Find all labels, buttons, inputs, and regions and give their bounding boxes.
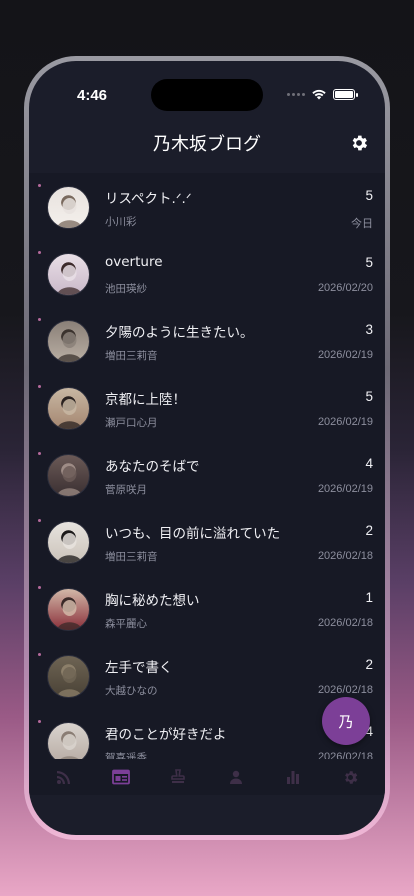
photo-count: 5	[365, 389, 373, 404]
status-bar: 4:46	[29, 61, 385, 113]
member-photo	[56, 198, 83, 228]
status-icons	[287, 88, 358, 100]
wifi-icon	[312, 89, 326, 100]
status-time: 4:46	[77, 87, 108, 104]
post-row[interactable]: 胸に秘めた想い 森平麗心 1 2026/02/18	[29, 575, 385, 642]
post-author: 森平麗心	[105, 618, 147, 630]
unread-dot	[38, 653, 41, 656]
unread-dot	[38, 452, 41, 455]
post-author: 菅原咲月	[105, 484, 147, 496]
gear-icon	[352, 135, 368, 151]
member-avatar	[47, 387, 90, 430]
post-date: 2026/02/19	[317, 349, 373, 361]
post-title: あなたのそばで	[105, 459, 200, 475]
rss-icon	[56, 769, 72, 785]
bar-chart-icon	[285, 769, 301, 785]
photo-count: 5	[365, 255, 373, 270]
cellular-signal-icon	[287, 92, 305, 96]
unread-dot	[38, 318, 41, 321]
unread-dot	[38, 519, 41, 522]
post-row[interactable]: あなたのそばで 菅原咲月 4 2026/02/19	[29, 441, 385, 508]
post-date: 2026/02/19	[317, 483, 373, 495]
unread-dot	[38, 251, 41, 254]
tab-rss[interactable]	[44, 763, 84, 791]
dynamic-island	[151, 79, 263, 111]
member-avatar	[47, 521, 90, 564]
member-avatar	[47, 655, 90, 698]
member-photo	[56, 600, 83, 630]
photo-count: 2	[365, 657, 373, 672]
post-date: 2026/02/18	[317, 550, 373, 562]
person-icon	[228, 769, 244, 785]
member-photo	[56, 667, 83, 697]
member-photo	[60, 734, 79, 759]
phone-frame: 4:46 乃木坂ブログ リスペクト.ᐟ.ᐟ 小川彩 5 今日 overture …	[24, 56, 390, 840]
photo-count: 3	[365, 322, 373, 337]
tab-stamp[interactable]	[158, 763, 198, 791]
gear-icon	[342, 769, 359, 786]
post-title: 左手で書く	[105, 660, 173, 676]
post-title: いつも、目の前に溢れていた	[105, 526, 281, 542]
post-title: 夕陽のように生きたい。	[105, 325, 254, 341]
member-photo	[56, 332, 83, 362]
post-title: 胸に秘めた想い	[105, 593, 200, 609]
post-date: 2026/02/18	[317, 617, 373, 629]
unread-dot	[38, 385, 41, 388]
app-header: 乃木坂ブログ	[29, 113, 385, 173]
blog-post-list: リスペクト.ᐟ.ᐟ 小川彩 5 今日 overture 池田瑛紗 5 2026/…	[29, 173, 385, 759]
member-avatar	[47, 454, 90, 497]
post-title: overture	[105, 254, 163, 270]
unread-dot	[38, 586, 41, 589]
post-date: 2026/02/18	[317, 684, 373, 696]
member-filter-fab[interactable]: 乃	[322, 697, 370, 745]
post-title: 京都に上陸！	[105, 392, 186, 408]
post-date: 2026/02/19	[317, 416, 373, 428]
post-title: 君のことが好きだよ	[105, 727, 227, 743]
member-avatar	[47, 320, 90, 363]
member-photo	[56, 533, 83, 563]
photo-count: 4	[365, 456, 373, 471]
post-author: 増田三莉音	[105, 551, 158, 563]
post-date: 今日	[351, 218, 373, 230]
post-row[interactable]: overture 池田瑛紗 5 2026/02/20	[29, 240, 385, 307]
member-avatar	[47, 722, 90, 759]
photo-count: 1	[365, 590, 373, 605]
post-row[interactable]: いつも、目の前に溢れていた 増田三莉音 2 2026/02/18	[29, 508, 385, 575]
page-title: 乃木坂ブログ	[153, 134, 261, 155]
newspaper-icon	[112, 769, 130, 785]
post-date: 2026/02/20	[317, 282, 373, 294]
post-author: 小川彩	[105, 216, 137, 228]
stamp-icon	[170, 769, 186, 785]
unread-dot	[38, 184, 41, 187]
settings-button[interactable]	[347, 131, 371, 155]
fab-label: 乃	[338, 712, 354, 731]
app-screen: 4:46 乃木坂ブログ リスペクト.ᐟ.ᐟ 小川彩 5 今日 overture …	[29, 61, 385, 835]
battery-icon	[333, 88, 358, 100]
bottom-tab-bar	[29, 759, 385, 795]
member-photo	[56, 265, 83, 295]
post-row[interactable]: 左手で書く 大越ひなの 2 2026/02/18	[29, 642, 385, 709]
post-author: 大越ひなの	[105, 685, 158, 697]
photo-count: 2	[365, 523, 373, 538]
member-avatar	[47, 253, 90, 296]
post-author: 賀喜遥香	[105, 752, 147, 759]
member-photo	[56, 466, 83, 496]
member-photo	[56, 399, 83, 429]
post-date: 2026/02/18	[317, 751, 373, 759]
photo-count: 5	[365, 188, 373, 203]
tab-newspaper[interactable]	[101, 763, 141, 791]
tab-bar-chart[interactable]	[273, 763, 313, 791]
post-row[interactable]: リスペクト.ᐟ.ᐟ 小川彩 5 今日	[29, 173, 385, 240]
post-author: 瀬戸口心月	[105, 417, 158, 429]
post-row[interactable]: 京都に上陸！ 瀬戸口心月 5 2026/02/19	[29, 374, 385, 441]
tab-person[interactable]	[216, 763, 256, 791]
post-title: リスペクト.ᐟ.ᐟ	[105, 191, 192, 207]
post-author: 増田三莉音	[105, 350, 158, 362]
unread-dot	[38, 720, 41, 723]
member-avatar	[47, 186, 90, 229]
tab-gear[interactable]	[330, 763, 370, 791]
post-author: 池田瑛紗	[105, 283, 147, 295]
member-avatar	[47, 588, 90, 631]
post-row[interactable]: 夕陽のように生きたい。 増田三莉音 3 2026/02/19	[29, 307, 385, 374]
